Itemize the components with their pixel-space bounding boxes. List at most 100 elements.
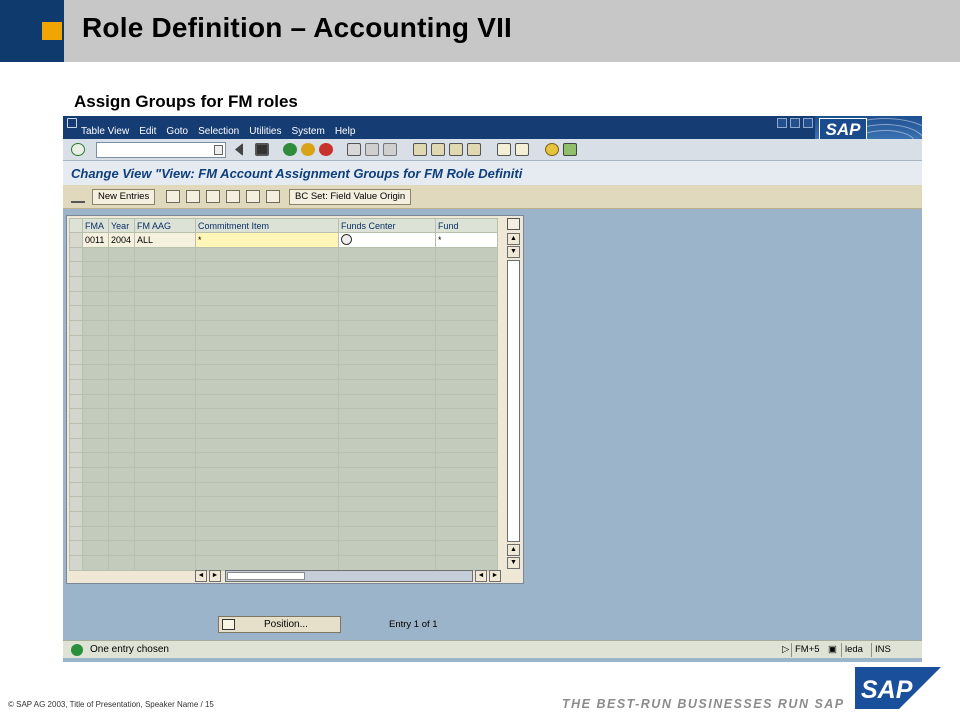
scroll-up-icon[interactable]: ▼ — [507, 246, 520, 258]
status-server-icon[interactable]: ▣ — [825, 643, 840, 657]
horizontal-scroll-thumb[interactable] — [227, 572, 305, 580]
undo-change-icon[interactable] — [206, 190, 220, 203]
system-menu-icon[interactable] — [67, 118, 77, 128]
next-page-icon[interactable] — [449, 143, 463, 156]
cell-commitment-item[interactable]: * — [195, 232, 339, 248]
first-page-icon[interactable] — [413, 143, 427, 156]
new-entries-button[interactable]: New Entries — [92, 189, 156, 205]
menu-item-utilities[interactable]: Utilities — [249, 126, 281, 137]
scroll-down-icon[interactable]: ▲ — [507, 544, 520, 556]
help-icon[interactable] — [545, 143, 559, 156]
column-header-funds-center[interactable]: Funds Center — [338, 218, 436, 233]
command-history-icon[interactable] — [214, 145, 223, 155]
column-header-year[interactable]: Year — [108, 218, 135, 233]
position-button[interactable]: Position... — [218, 616, 341, 633]
table-cell — [134, 467, 196, 483]
scroll-left-icon[interactable]: ► — [209, 570, 221, 582]
vertical-scrollbar[interactable]: ▲ ▼ ▲ ▼ — [507, 218, 521, 569]
display-change-icon[interactable] — [71, 190, 85, 203]
row-selector[interactable] — [69, 525, 83, 542]
status-message[interactable]: One entry chosen — [90, 644, 169, 655]
column-header-fm-aag[interactable]: FM AAG — [134, 218, 196, 233]
column-header-fma[interactable]: FMA — [82, 218, 109, 233]
find-next-icon[interactable] — [383, 143, 397, 156]
row-selector[interactable] — [69, 232, 83, 248]
table-cell — [338, 437, 436, 454]
scroll-right-icon[interactable]: ◄ — [475, 570, 487, 582]
back-icon[interactable] — [283, 143, 297, 156]
menu-item-goto[interactable]: Goto — [166, 126, 188, 137]
row-selector[interactable] — [69, 364, 83, 380]
select-block-icon[interactable] — [246, 190, 260, 203]
table-cell — [195, 525, 339, 542]
row-selector[interactable] — [69, 393, 83, 410]
table-row — [69, 378, 498, 395]
scroll-first-column-icon[interactable]: ◄ — [195, 570, 207, 582]
row-selector[interactable] — [69, 496, 83, 513]
last-page-icon[interactable] — [467, 143, 481, 156]
cancel-icon[interactable] — [319, 143, 333, 156]
cell-funds-center[interactable] — [338, 232, 436, 248]
status-mode[interactable]: INS — [871, 643, 894, 657]
vertical-scroll-track[interactable] — [507, 260, 520, 542]
row-selector[interactable] — [69, 290, 83, 307]
close-window-icon[interactable] — [803, 118, 813, 128]
row-selector[interactable] — [69, 276, 83, 292]
menu-item-table-view[interactable]: Table View — [81, 126, 129, 137]
scroll-top-icon[interactable]: ▲ — [507, 233, 520, 245]
create-session-icon[interactable] — [497, 143, 511, 156]
scroll-bottom-icon[interactable]: ▼ — [507, 557, 520, 569]
layout-menu-icon[interactable] — [563, 143, 577, 156]
horizontal-scroll-track[interactable] — [225, 570, 473, 582]
deselect-all-icon[interactable] — [266, 190, 280, 203]
shortcut-icon[interactable] — [515, 143, 529, 156]
menu-item-help[interactable]: Help — [335, 126, 356, 137]
row-selector[interactable] — [69, 452, 83, 468]
bc-set-button[interactable]: BC Set: Field Value Origin — [289, 189, 412, 205]
column-header-commitment-item[interactable]: Commitment Item — [195, 218, 339, 233]
row-selector[interactable] — [69, 349, 83, 366]
select-all-column-header[interactable] — [69, 218, 83, 233]
row-selector[interactable] — [69, 246, 83, 263]
row-selector[interactable] — [69, 305, 83, 322]
enter-check-icon[interactable] — [71, 143, 85, 156]
row-selector[interactable] — [69, 481, 83, 498]
row-selector[interactable] — [69, 540, 83, 557]
row-selector[interactable] — [69, 334, 83, 351]
copy-icon[interactable] — [166, 190, 180, 203]
row-selector[interactable] — [69, 467, 83, 483]
horizontal-scrollbar[interactable]: ◄ ► ◄ ► — [195, 570, 505, 582]
row-selector[interactable] — [69, 422, 83, 439]
find-icon[interactable] — [365, 143, 379, 156]
exit-icon[interactable] — [301, 143, 315, 156]
table-cell — [134, 481, 196, 498]
search-help-icon[interactable] — [341, 234, 352, 246]
row-selector[interactable] — [69, 408, 83, 424]
table-cell — [134, 393, 196, 410]
row-selector[interactable] — [69, 555, 83, 571]
previous-page-icon[interactable] — [431, 143, 445, 156]
print-icon[interactable] — [347, 143, 361, 156]
row-selector[interactable] — [69, 378, 83, 395]
command-field[interactable] — [96, 142, 226, 158]
menu-item-selection[interactable]: Selection — [198, 126, 239, 137]
column-header-fund[interactable]: Fund — [435, 218, 498, 233]
delete-icon[interactable] — [186, 190, 200, 203]
row-selector[interactable] — [69, 261, 83, 278]
minimize-icon[interactable] — [777, 118, 787, 128]
maximize-icon[interactable] — [790, 118, 800, 128]
row-selector[interactable] — [69, 437, 83, 454]
table-cell — [435, 481, 498, 498]
table-row — [69, 364, 498, 380]
row-selector[interactable] — [69, 511, 83, 527]
cell-fund[interactable]: * — [435, 232, 498, 248]
table-row — [69, 334, 498, 351]
menu-item-edit[interactable]: Edit — [139, 126, 156, 137]
arrow-left-icon[interactable] — [235, 143, 243, 156]
select-all-icon[interactable] — [226, 190, 240, 203]
table-cell — [435, 452, 498, 468]
menu-item-system[interactable]: System — [291, 126, 324, 137]
row-selector[interactable] — [69, 320, 83, 336]
save-icon[interactable] — [255, 143, 269, 156]
scroll-last-column-icon[interactable]: ► — [489, 570, 501, 582]
